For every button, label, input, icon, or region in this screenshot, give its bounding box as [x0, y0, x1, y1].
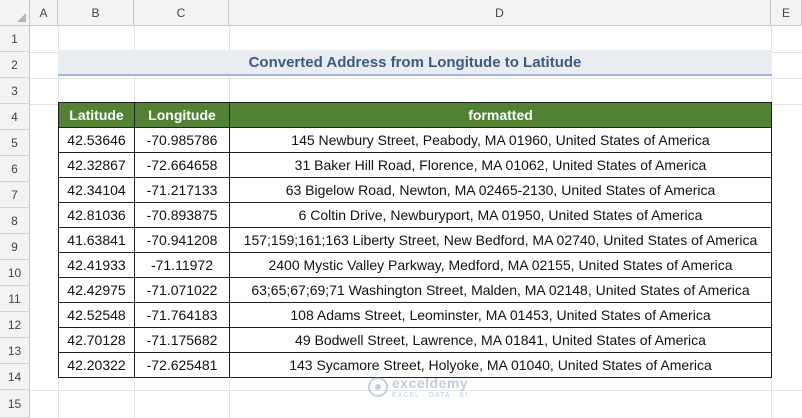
watermark-tagline: EXCEL · DATA · BI — [392, 391, 468, 399]
row-header-2[interactable]: 2 — [0, 52, 30, 78]
header-longitude[interactable]: Longitude — [134, 102, 230, 128]
table-row: 42.41933 -71.11972 2400 Mystic Valley Pa… — [58, 252, 772, 278]
gridline — [30, 78, 802, 79]
header-latitude[interactable]: Latitude — [58, 102, 135, 128]
address-table: Latitude Longitude formatted 42.53646 -7… — [58, 102, 772, 378]
latitude-cell[interactable]: 42.70128 — [58, 327, 135, 353]
formatted-address-cell[interactable]: 143 Sycamore Street, Holyoke, MA 01040, … — [229, 352, 772, 378]
column-header-e[interactable]: E — [771, 0, 802, 26]
formatted-address-cell[interactable]: 157;159;161;163 Liberty Street, New Bedf… — [229, 227, 772, 253]
row-header-11[interactable]: 11 — [0, 286, 30, 312]
table-row: 42.42975 -71.071022 63;65;67;69;71 Washi… — [58, 277, 772, 303]
row-header-9[interactable]: 9 — [0, 234, 30, 260]
formatted-address-cell[interactable]: 63 Bigelow Road, Newton, MA 02465-2130, … — [229, 177, 772, 203]
formatted-address-cell[interactable]: 6 Coltin Drive, Newburyport, MA 01950, U… — [229, 202, 772, 228]
formatted-address-cell[interactable]: 49 Bodwell Street, Lawrence, MA 01841, U… — [229, 327, 772, 353]
longitude-cell[interactable]: -71.764183 — [134, 302, 230, 328]
latitude-cell[interactable]: 42.34104 — [58, 177, 135, 203]
longitude-cell[interactable]: -70.893875 — [134, 202, 230, 228]
table-row: 41.63841 -70.941208 157;159;161;163 Libe… — [58, 227, 772, 253]
row-header-3[interactable]: 3 — [0, 78, 30, 104]
column-header-a[interactable]: A — [30, 0, 58, 26]
table-row: 42.81036 -70.893875 6 Coltin Drive, Newb… — [58, 202, 772, 228]
latitude-cell[interactable]: 42.20322 — [58, 352, 135, 378]
column-header-b[interactable]: B — [58, 0, 134, 26]
formatted-address-cell[interactable]: 63;65;67;69;71 Washington Street, Malden… — [229, 277, 772, 303]
row-header-15[interactable]: 15 — [0, 390, 30, 418]
table-row: 42.34104 -71.217133 63 Bigelow Road, New… — [58, 177, 772, 203]
sheet-title[interactable]: Converted Address from Longitude to Lati… — [58, 50, 772, 76]
column-header-c[interactable]: C — [134, 0, 229, 26]
select-all-corner[interactable] — [0, 0, 30, 26]
latitude-cell[interactable]: 42.41933 — [58, 252, 135, 278]
latitude-cell[interactable]: 42.81036 — [58, 202, 135, 228]
longitude-cell[interactable]: -71.175682 — [134, 327, 230, 353]
watermark-text: exceldemy EXCEL · DATA · BI — [392, 376, 468, 399]
row-header-10[interactable]: 10 — [0, 260, 30, 286]
formatted-address-cell[interactable]: 108 Adams Street, Leominster, MA 01453, … — [229, 302, 772, 328]
row-header-14[interactable]: 14 — [0, 364, 30, 390]
table-row: 42.53646 -70.985786 145 Newbury Street, … — [58, 127, 772, 153]
longitude-cell[interactable]: -70.941208 — [134, 227, 230, 253]
longitude-cell[interactable]: -72.664658 — [134, 152, 230, 178]
longitude-cell[interactable]: -71.217133 — [134, 177, 230, 203]
row-header-1[interactable]: 1 — [0, 26, 30, 52]
table-row: 42.52548 -71.764183 108 Adams Street, Le… — [58, 302, 772, 328]
longitude-cell[interactable]: -71.071022 — [134, 277, 230, 303]
row-header-5[interactable]: 5 — [0, 130, 30, 156]
latitude-cell[interactable]: 42.52548 — [58, 302, 135, 328]
latitude-cell[interactable]: 42.42975 — [58, 277, 135, 303]
column-headers: A B C D E — [30, 0, 802, 26]
table-header-row: Latitude Longitude formatted — [58, 102, 772, 128]
table-row: 42.70128 -71.175682 49 Bodwell Street, L… — [58, 327, 772, 353]
latitude-cell[interactable]: 41.63841 — [58, 227, 135, 253]
longitude-cell[interactable]: -72.625481 — [134, 352, 230, 378]
exceldemy-logo-icon — [368, 377, 388, 397]
longitude-cell[interactable]: -70.985786 — [134, 127, 230, 153]
row-header-4[interactable]: 4 — [0, 104, 30, 130]
select-all-triangle-icon — [17, 13, 26, 22]
formatted-address-cell[interactable]: 31 Baker Hill Road, Florence, MA 01062, … — [229, 152, 772, 178]
latitude-cell[interactable]: 42.32867 — [58, 152, 135, 178]
latitude-cell[interactable]: 42.53646 — [58, 127, 135, 153]
row-header-13[interactable]: 13 — [0, 338, 30, 364]
formatted-address-cell[interactable]: 145 Newbury Street, Peabody, MA 01960, U… — [229, 127, 772, 153]
longitude-cell[interactable]: -71.11972 — [134, 252, 230, 278]
row-header-8[interactable]: 8 — [0, 208, 30, 234]
column-header-d[interactable]: D — [229, 0, 771, 26]
table-row: 42.20322 -72.625481 143 Sycamore Street,… — [58, 352, 772, 378]
formatted-address-cell[interactable]: 2400 Mystic Valley Parkway, Medford, MA … — [229, 252, 772, 278]
row-header-6[interactable]: 6 — [0, 156, 30, 182]
header-formatted[interactable]: formatted — [229, 102, 772, 128]
row-header-12[interactable]: 12 — [0, 312, 30, 338]
spreadsheet: A B C D E 1 2 3 4 5 6 7 8 9 10 11 12 13 … — [0, 0, 802, 418]
row-header-7[interactable]: 7 — [0, 182, 30, 208]
table-row: 42.32867 -72.664658 31 Baker Hill Road, … — [58, 152, 772, 178]
gridline — [30, 390, 802, 391]
